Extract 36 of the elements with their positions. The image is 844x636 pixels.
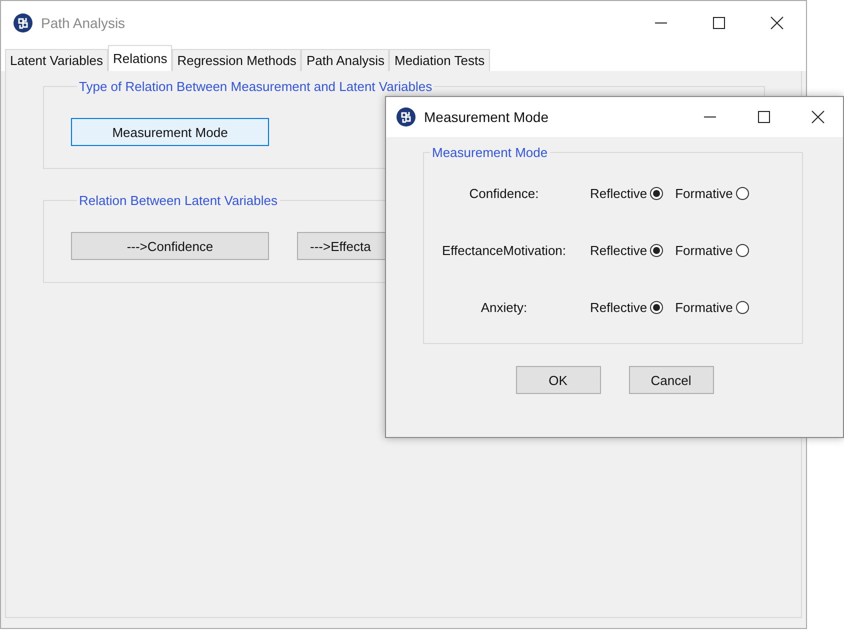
dialog-title: Measurement Mode [424, 109, 550, 125]
radio-button[interactable] [650, 244, 664, 257]
window-title: Path Analysis [41, 15, 126, 31]
tab[interactable]: Latent Variables [5, 49, 108, 71]
tab[interactable]: Regression Methods [172, 49, 302, 71]
dialog-button[interactable]: OK [516, 366, 600, 394]
radio-label: Formative [675, 243, 733, 258]
group-title: Type of Relation Between Measurement and Latent Variables [78, 79, 434, 94]
action-button[interactable]: Measurement Mode [71, 118, 269, 146]
maximize-button[interactable] [712, 16, 726, 30]
group-title: Measurement Mode [431, 145, 549, 160]
app-icon [13, 13, 33, 33]
action-button[interactable]: --->Confidence [71, 232, 269, 260]
radio-button[interactable] [736, 187, 749, 200]
close-button[interactable] [770, 16, 784, 30]
maximize-button[interactable] [757, 110, 771, 124]
group-title: Relation Between Latent Variables [78, 193, 278, 208]
radio-button[interactable] [736, 244, 749, 257]
action-button[interactable]: --->Effecta [297, 232, 387, 260]
field-label: Anxiety: [480, 300, 528, 315]
tab[interactable]: Mediation Tests [389, 49, 490, 71]
radio-button[interactable] [650, 301, 664, 314]
dialog-button[interactable]: Cancel [628, 366, 714, 394]
radio-label: Reflective [590, 243, 648, 258]
radio-button[interactable] [736, 301, 749, 314]
radio-label: Reflective [590, 300, 648, 315]
tab[interactable]: Relations [108, 45, 172, 71]
close-button[interactable] [811, 110, 825, 124]
dialog-icon [396, 107, 416, 127]
field-label: EffectanceMotivation: [440, 243, 568, 258]
field-label: Confidence: [468, 186, 540, 201]
radio-label: Formative [675, 300, 733, 315]
radio-label: Reflective [590, 186, 648, 201]
radio-button[interactable] [650, 187, 664, 200]
tab[interactable]: Path Analysis [301, 49, 390, 71]
radio-label: Formative [675, 186, 733, 201]
